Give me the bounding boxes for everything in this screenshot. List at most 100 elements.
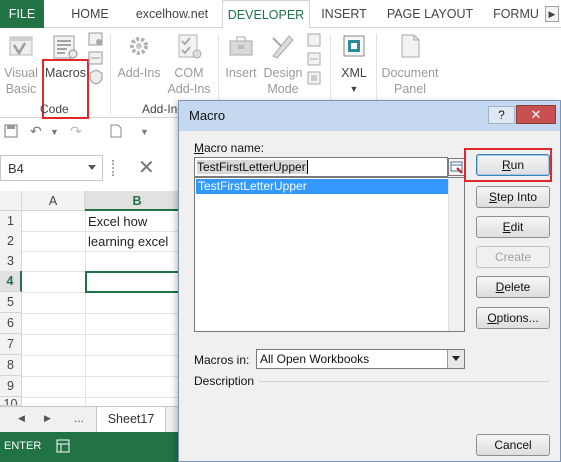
gridline [22,355,190,356]
group-separator [110,34,111,114]
edit-label: dit [510,220,524,234]
description-label: Description [194,374,255,388]
xml-button[interactable]: XML ▼ [334,28,374,98]
design-mode-label-1: Design [263,66,303,80]
cancel-button[interactable]: Cancel [476,434,550,456]
name-box[interactable]: B4 [0,155,103,181]
gridline [22,397,190,398]
row-header[interactable]: 1 [0,211,22,232]
row-header[interactable]: 6 [0,313,22,334]
insert-label: Insert [225,66,257,80]
row-header[interactable]: 10 [0,397,22,406]
row-header[interactable]: 9 [0,376,22,397]
close-icon[interactable]: ✕ [516,105,556,124]
select-all-corner[interactable] [0,191,22,211]
worksheet-grid[interactable]: A B 1 2 3 4 5 6 7 8 9 10 Excel how learn… [0,191,190,406]
macro-name-label-rest: acro name: [204,141,265,155]
gridline [22,334,190,335]
help-button[interactable]: ? [488,106,515,124]
macro-recording-icon[interactable] [56,439,70,453]
add-ins-button[interactable]: Add-Ins [114,28,164,98]
row-header-selected[interactable]: 4 [0,271,22,292]
tab-excelhow[interactable]: excelhow.net [124,0,220,28]
toolbox-icon [229,36,253,56]
tab-developer[interactable]: DEVELOPER [222,0,310,29]
create-button[interactable]: Create [476,246,550,268]
gear-icon [130,37,148,55]
macros-icon [53,35,78,59]
cell-b1[interactable]: Excel how [88,214,147,229]
group-label-code: Code [40,102,69,116]
delete-label: elete [504,280,531,294]
insert-control-button[interactable]: Insert [222,28,260,98]
row-header[interactable]: 7 [0,334,22,355]
macro-dialog: Macro ? ✕ Macro name: TestFirstLetterUpp… [178,100,561,462]
cell-b2[interactable]: learning excel [88,234,168,249]
tab-home[interactable]: HOME [60,0,120,28]
design-mode-button[interactable]: Design Mode [262,28,304,98]
more-sheets-button[interactable]: ... [74,411,84,425]
name-box-value: B4 [8,161,24,176]
xml-label: XML [341,66,367,80]
options-button[interactable]: Options... [476,307,550,329]
delete-button[interactable]: Delete [476,276,550,298]
column-header-a[interactable]: A [22,191,85,211]
document-panel-icon [401,34,420,58]
row-header[interactable]: 5 [0,292,22,313]
macro-list-item-selected[interactable]: TestFirstLetterUpper [196,179,449,194]
next-sheet-icon[interactable]: ▶ [44,413,51,424]
customize-qat-icon[interactable]: ▼ [140,127,149,137]
visual-basic-label-1: Visual [4,66,38,80]
edit-button[interactable]: Edit [476,216,550,238]
tab-formulas[interactable]: FORMU [488,0,544,28]
formula-bar-splitter[interactable] [112,160,114,176]
collapse-dialog-icon[interactable] [448,158,465,176]
com-add-ins-button[interactable]: COM Add-Ins [166,28,212,98]
sheet-tab-bar: ◀ ▶ ... Sheet17 [0,406,190,432]
document-panel-button[interactable]: Document Panel [378,28,442,98]
document-panel-label-1: Document [381,66,439,80]
cancel-formula-icon[interactable]: ✕ [138,157,162,179]
gridline [22,231,190,232]
dialog-title-bar[interactable]: Macro ? ✕ [179,101,560,131]
save-icon[interactable] [4,124,18,138]
row-header[interactable]: 3 [0,251,22,272]
undo-icon[interactable]: ↶ [30,123,42,140]
macro-name-input[interactable]: TestFirstLetterUpper [194,157,448,177]
column-header-b[interactable]: B [85,191,190,211]
chevron-down-icon[interactable]: ▼ [50,127,59,137]
macro-name-value: TestFirstLetterUpper [197,160,308,174]
tab-insert[interactable]: INSERT [314,0,374,28]
list-scrollbar[interactable] [448,178,464,331]
com-add-ins-icon [178,34,202,59]
macros-in-value: All Open Workbooks [260,352,370,366]
chevron-down-icon[interactable] [88,165,96,170]
ribbon-scroll-right-button[interactable]: ▶ [545,6,559,22]
macro-name-label: Macro name: [194,141,265,155]
macro-list[interactable]: TestFirstLetterUpper [194,177,465,332]
record-macro-icon [88,32,103,46]
tab-file[interactable]: FILE [0,0,44,28]
redo-icon[interactable]: ↷ [70,123,82,140]
chevron-down-icon[interactable] [447,350,464,368]
sheet-tab-sheet17[interactable]: Sheet17 [96,407,166,432]
gridline [22,251,190,252]
tab-page-layout[interactable]: PAGE LAYOUT [382,0,478,28]
ribbon-tab-bar: FILE HOME excelhow.net DEVELOPER INSERT … [0,0,561,29]
com-add-ins-label-1: COM [174,66,204,80]
row-header[interactable]: 8 [0,355,22,376]
design-mode-icon [272,35,294,59]
active-cell-b4[interactable] [85,271,190,293]
prev-sheet-icon[interactable]: ◀ [18,413,25,424]
com-add-ins-label-2: Add-Ins [167,82,211,96]
macros-in-label-text: Macros in: [194,353,250,367]
visual-basic-icon [9,36,33,56]
macro-security-icon [89,69,103,85]
step-into-button[interactable]: Step Into [476,186,550,208]
design-mode-label-2: Mode [267,82,299,96]
new-document-icon[interactable] [110,124,122,138]
row-header[interactable]: 2 [0,231,22,252]
visual-basic-button[interactable]: Visual Basic [2,28,40,98]
run-dialog-icon [307,71,321,85]
macros-in-select[interactable]: All Open Workbooks [256,349,465,369]
